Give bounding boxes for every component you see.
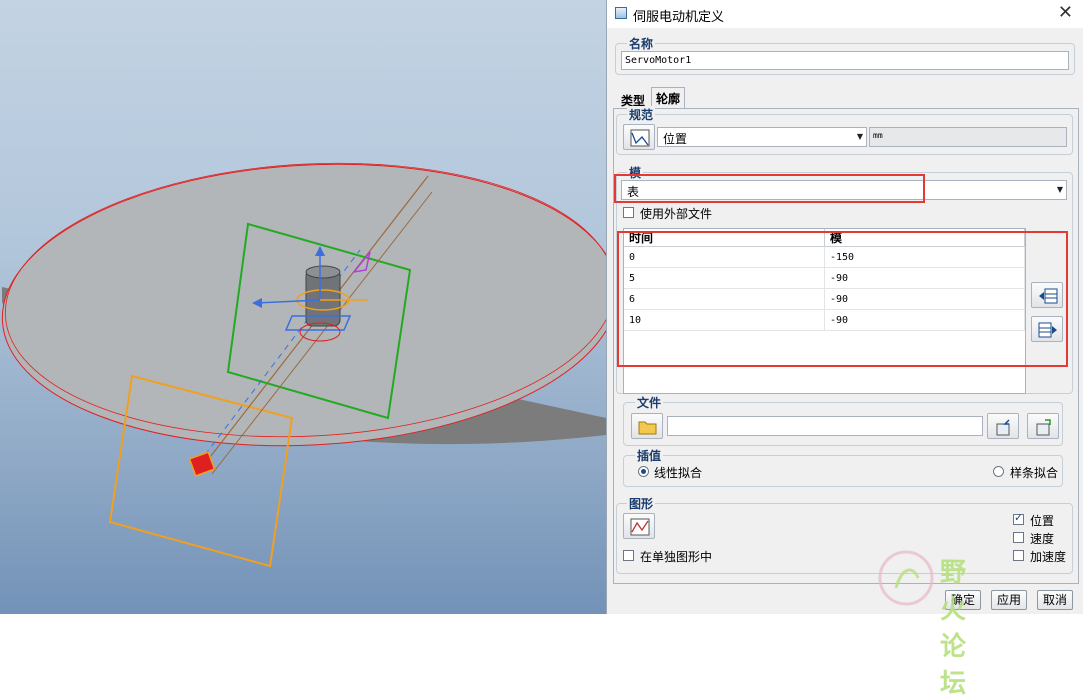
table-row[interactable]: 10 -90 [624,309,1025,331]
linear-fit-radio[interactable] [638,466,649,477]
folder-open-icon [638,421,657,435]
watermark-text: 野火论坛 [940,558,971,699]
spline-fit-radio[interactable] [993,466,1004,477]
spec-select[interactable]: 位置 ▼ [657,127,867,147]
profile-table[interactable]: 时间 模 0 -150 5 -90 6 -90 10 -90 [623,228,1026,394]
spec-group-label: 规范 [627,106,656,123]
separate-graph-label: 在单独图形中 [640,550,713,564]
cancel-button[interactable]: 取消 [1037,590,1073,610]
model-viewport[interactable] [0,0,606,614]
insert-row-icon [1039,288,1058,304]
import-file-button[interactable] [987,413,1019,439]
spec-unit: mm [869,127,1067,147]
module-cell[interactable]: -90 [824,309,1025,331]
insert-row-button[interactable] [1031,282,1063,308]
interp-group-label: 插值 [635,447,664,464]
dialog-title: 伺服电动机定义 [633,10,725,25]
append-row-icon [1038,322,1057,338]
append-row-button[interactable] [1031,316,1063,342]
chevron-down-icon: ▼ [856,132,863,141]
graph-icon [630,518,650,536]
export-icon [1036,419,1051,436]
table-row[interactable]: 5 -90 [624,267,1025,289]
watermark: 野火论坛 [874,548,966,699]
module-cell[interactable]: -90 [824,267,1025,289]
servo-motor-dialog: 伺服电动机定义 ✕ 名称 ServoMotor1 类型 轮廓 规范 位置 ▼ m… [606,0,1083,614]
velocity-checkbox[interactable] [1013,532,1024,543]
spline-fit-label: 样条拟合 [1010,466,1059,480]
spec-graph-icon [630,129,650,147]
spec-graph-button[interactable] [623,124,655,150]
watermark-logo [878,550,934,606]
plot-graph-button[interactable] [623,513,655,539]
time-cell[interactable]: 0 [624,246,825,268]
file-path-input[interactable] [667,416,983,436]
motor-top [305,265,341,279]
separate-graph-checkbox[interactable] [623,550,634,561]
graph-group-label: 图形 [627,495,656,512]
tab-profile[interactable]: 轮廓 [651,87,686,109]
table-header-row: 时间 模 [624,229,1025,247]
column-header-module[interactable]: 模 [824,229,1025,247]
name-group-label: 名称 [627,35,656,52]
position-checkbox[interactable] [1013,511,1024,525]
acceleration-label: 加速度 [1030,550,1067,564]
module-cell[interactable]: -90 [824,288,1025,310]
table-row[interactable]: 0 -150 [624,246,1025,268]
close-icon[interactable]: ✕ [1058,2,1073,23]
module-group-label: 模 [627,164,644,181]
time-cell[interactable]: 6 [624,288,825,310]
column-header-time[interactable]: 时间 [624,229,825,247]
use-external-file-checkbox[interactable] [623,207,634,218]
apply-button[interactable]: 应用 [991,590,1027,610]
time-cell[interactable]: 10 [624,309,825,331]
chevron-down-icon: ▼ [1056,185,1063,194]
module-select-value: 表 [627,185,640,199]
open-file-button[interactable] [631,413,663,439]
name-input[interactable]: ServoMotor1 [621,51,1069,70]
model-graphics [1,162,606,568]
time-cell[interactable]: 5 [624,267,825,289]
export-file-button[interactable] [1027,413,1059,439]
velocity-label: 速度 [1030,532,1055,546]
linear-fit-label: 线性拟合 [654,466,703,480]
app-icon [615,7,627,19]
table-row[interactable]: 6 -90 [624,288,1025,310]
module-select[interactable]: 表 ▼ [621,180,1067,200]
file-group-label: 文件 [635,394,664,411]
import-icon [996,419,1010,436]
use-external-file-label: 使用外部文件 [640,207,713,221]
module-cell[interactable]: -150 [824,246,1025,268]
dialog-titlebar: 伺服电动机定义 ✕ [607,0,1083,28]
position-label: 位置 [1030,514,1055,528]
acceleration-checkbox[interactable] [1013,550,1024,561]
spec-select-value: 位置 [663,132,688,146]
